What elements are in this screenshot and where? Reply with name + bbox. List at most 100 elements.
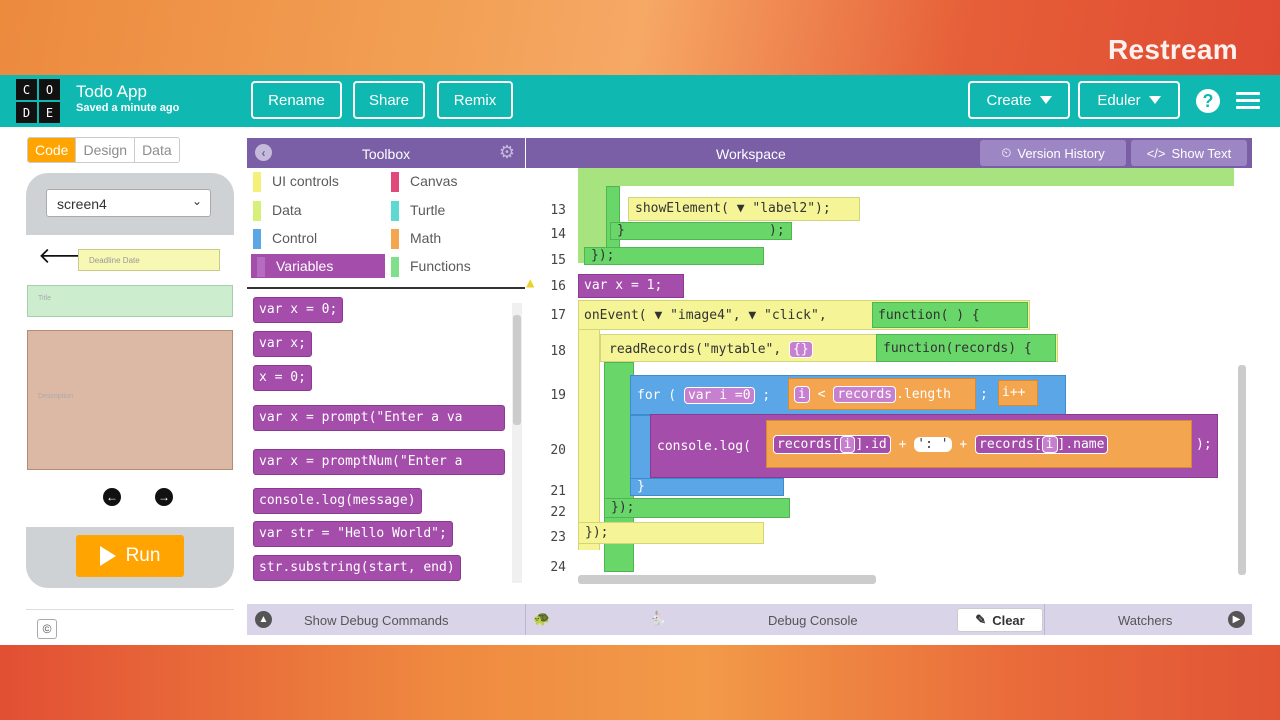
screen-select[interactable]: screen4 ⌄ [46,189,211,217]
code-text: ; [980,387,988,402]
line-number: 15 [550,253,566,268]
line-number: 17 [550,308,566,323]
toolbox-header: ‹ Toolbox ⚙ [247,138,525,168]
code-text: }); [591,248,615,263]
callback-function-block[interactable]: function(records) { [876,334,1056,362]
run-label: Run [125,545,161,566]
code-token: records [979,437,1034,452]
chevron-right-icon[interactable]: ▶ [1228,611,1245,628]
logo-letter: C [16,79,37,100]
loop-increment[interactable]: i++ [998,380,1038,406]
user-menu-button[interactable]: Eduler [1078,81,1180,119]
category-label: Control [272,230,318,246]
run-button[interactable]: Run [76,535,184,577]
version-history-button[interactable]: ⏲ Version History [980,140,1126,166]
category-variables[interactable]: Variables [251,254,385,278]
copyright-icon[interactable]: © [37,619,57,639]
line-number: 24 [550,560,566,575]
palette-block[interactable]: var x = promptNum("Enter a [253,449,505,475]
warning-icon[interactable]: ▲ [526,275,536,293]
code-text: } [617,223,625,238]
palette-block[interactable]: var x = prompt("Enter a va [253,405,505,431]
code-text: for ( [637,388,677,403]
category-functions[interactable]: Functions [385,254,520,278]
top-header: C O D E Todo App Saved a minute ago Rena… [0,75,1280,127]
data-mode-button[interactable]: Data [135,138,179,162]
category-color-icon [253,229,261,249]
palette-block[interactable]: str.substring(start, end) [253,555,461,581]
string-literal[interactable]: ': ' [914,437,952,452]
code-text: "click", [764,308,827,323]
turtle-speed-icon[interactable]: 🐢 [533,610,550,627]
caret-down-icon [1148,96,1161,104]
code-token: .length [896,387,951,402]
design-mode-button[interactable]: Design [76,138,136,162]
category-label: Functions [410,258,471,274]
logo-letter: O [39,79,60,100]
create-dropdown-button[interactable]: Create [968,81,1070,119]
show-text-button[interactable]: </> Show Text [1131,140,1247,166]
loop-condition[interactable]: i < records .length [788,378,976,410]
category-control[interactable]: Control [247,226,382,250]
records-id-expression[interactable]: records[i].id [773,435,891,454]
watchers-label[interactable]: Watchers [1118,613,1172,628]
code-workspace[interactable]: 13 14 15 16 17 18 19 20 21 22 23 24 show… [526,168,1252,583]
debug-console-label: Debug Console [768,613,858,628]
show-debug-commands[interactable]: Show Debug Commands [304,613,449,628]
title-input[interactable]: Title [27,285,233,317]
hamburger-menu-icon[interactable] [1236,92,1260,110]
category-canvas[interactable]: Canvas [385,169,520,193]
palette-block[interactable]: var x; [253,331,312,357]
loop-init[interactable]: var i =0 [683,387,755,404]
description-input[interactable]: Description [27,330,233,470]
string-concat-expression[interactable]: records[i].id + ': ' + records[i].name [766,420,1192,468]
deadline-date-input[interactable]: Deadline Date [78,249,220,271]
category-ui-controls[interactable]: UI controls [247,169,382,193]
code-org-logo[interactable]: C O D E [16,79,60,123]
code-text: ); [1196,437,1212,452]
screen-select-value: screen4 [57,196,107,212]
palette-block[interactable]: var str = "Hello World"; [253,521,453,547]
palette-block[interactable]: console.log(message) [253,488,422,514]
show-text-label: Show Text [1171,145,1232,161]
scrollbar-thumb[interactable] [513,315,521,425]
code-text: console.log( [657,439,751,454]
previous-arrow-icon[interactable]: ← [103,488,121,506]
remix-button[interactable]: Remix [437,81,513,119]
show-element-block[interactable]: showElement( ▼ "label2"); [628,197,860,221]
function-block[interactable]: function( ) { [872,302,1028,328]
workspace-vertical-scrollbar[interactable] [1236,175,1248,575]
category-math[interactable]: Math [385,226,520,250]
divider [1044,604,1045,635]
rabbit-speed-icon[interactable]: 🐇 [649,610,666,627]
line-number: 16 [550,279,566,294]
gear-icon[interactable]: ⚙ [499,142,515,163]
palette-block[interactable]: x = 0; [253,365,312,391]
palette-block[interactable]: var x = 0; [253,297,344,323]
object-literal[interactable]: {} [789,341,813,358]
share-button[interactable]: Share [353,81,425,119]
toolbox-title: Toolbox [361,146,411,162]
mode-toggle: Code Design Data [27,137,180,163]
app-preview-phone: screen4 ⌄ 🡐 Deadline Date Title Descript… [26,173,234,588]
workspace-horizontal-scrollbar[interactable] [578,575,1238,585]
category-turtle[interactable]: Turtle [385,198,520,222]
clear-button[interactable]: ✎ Clear [957,608,1043,632]
records-name-expression[interactable]: records[i].name [975,435,1109,454]
code-text: "image4", [670,308,741,323]
code-mode-button[interactable]: Code [28,138,77,162]
block-continuation [578,168,1234,186]
divider [26,609,234,610]
rename-button[interactable]: Rename [251,81,342,119]
code-token: .name [1065,437,1105,452]
block-closer: }); [604,498,790,518]
category-data[interactable]: Data [247,198,382,222]
workspace-title: Workspace [716,146,786,162]
chevron-up-icon[interactable]: ▲ [255,611,272,628]
scrollbar-thumb[interactable] [578,575,876,584]
help-icon[interactable]: ? [1196,89,1220,113]
toolbox-scrollbar[interactable] [512,303,522,583]
next-arrow-icon[interactable]: → [155,488,173,506]
scrollbar-thumb[interactable] [1238,365,1246,575]
var-declaration-block[interactable]: var x = 1; [578,274,684,298]
